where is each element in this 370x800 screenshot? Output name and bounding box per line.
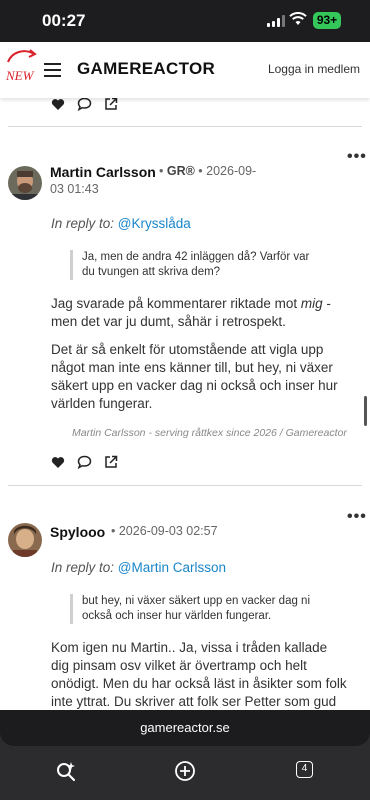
more-options-icon[interactable]: ••• <box>347 508 367 526</box>
comment-meta: • 2026-09-03 02:57 <box>111 524 218 538</box>
comment-author[interactable]: Martin Carlsson <box>50 164 156 180</box>
tabs-button[interactable]: 4 <box>296 761 313 778</box>
scrollbar[interactable] <box>364 396 367 426</box>
address-bar[interactable]: gamereactor.se <box>0 710 370 746</box>
svg-text:NEW: NEW <box>5 68 35 83</box>
comment-feed[interactable]: ••• Martin Carlsson • GR® • 2026-09- 03 … <box>0 98 370 710</box>
new-tab-icon[interactable] <box>174 760 196 782</box>
avatar[interactable] <box>8 166 42 200</box>
share-icon[interactable] <box>104 98 118 111</box>
browser-toolbar: gamereactor.se 4 <box>0 710 370 800</box>
gamereactor-logo[interactable]: GAMEREACTOR <box>77 59 215 79</box>
menu-icon[interactable] <box>44 63 61 77</box>
gr-badge: GR® <box>166 164 195 178</box>
more-options-icon[interactable]: ••• <box>347 148 367 166</box>
status-bar: 00:27 93+ <box>0 0 370 42</box>
quoted-text: Ja, men de andra 42 inläggen då? Varför … <box>70 250 309 280</box>
reply-to-link[interactable]: @Krysslåda <box>118 216 191 231</box>
comment-signature: Martin Carlsson - serving råttkex since … <box>72 427 347 439</box>
comment-date: 2026-09- <box>206 164 257 178</box>
heart-icon[interactable] <box>51 98 65 111</box>
reply-to-link[interactable]: @Martin Carlsson <box>118 560 226 575</box>
share-icon[interactable] <box>104 455 118 469</box>
comment-icon[interactable] <box>77 98 92 111</box>
comment-divider <box>8 126 362 127</box>
comment-actions <box>51 98 118 111</box>
battery-indicator: 93+ <box>313 12 341 29</box>
comment-body: Jag svarade på kommentarer riktade mot m… <box>51 296 338 411</box>
avatar[interactable] <box>8 523 42 557</box>
search-sparkle-icon[interactable] <box>55 760 77 782</box>
comment-date-continued: 03 01:43 <box>50 182 99 196</box>
cellular-signal-icon <box>267 15 285 27</box>
comment-icon[interactable] <box>77 455 92 469</box>
comment-date: 2026-09-03 02:57 <box>118 524 218 538</box>
comment-actions <box>51 455 118 469</box>
comment-meta: • GR® • 2026-09- <box>159 164 257 178</box>
quoted-text: but hey, ni växer säkert upp en vacker d… <box>70 594 310 624</box>
wifi-icon <box>289 12 307 25</box>
reply-reference: In reply to: @Martin Carlsson <box>51 560 227 575</box>
status-time: 00:27 <box>42 11 86 30</box>
site-header: NEW GAMEREACTOR Logga in medlem <box>0 42 370 98</box>
comment-divider <box>8 485 362 486</box>
heart-icon[interactable] <box>51 456 65 469</box>
comment-author[interactable]: Spylooo <box>50 524 105 540</box>
comment-body: Kom igen nu Martin.. Ja, vissa i tråden … <box>51 640 347 709</box>
login-link[interactable]: Logga in medlem <box>268 62 360 76</box>
reply-reference: In reply to: @Krysslåda <box>51 216 191 231</box>
new-badge-icon[interactable]: NEW <box>2 46 40 88</box>
